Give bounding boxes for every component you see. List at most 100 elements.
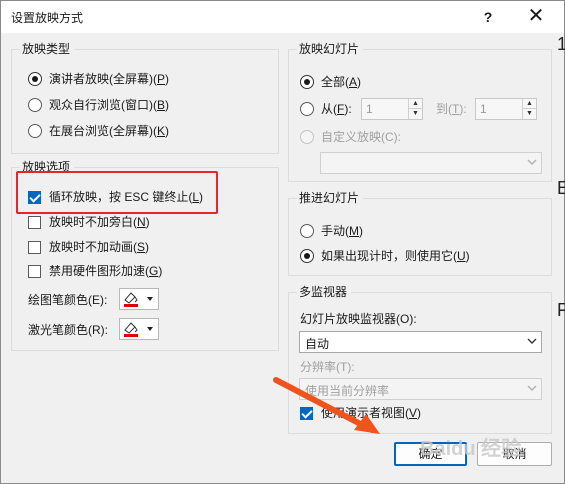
laser-color-swatch bbox=[124, 334, 138, 337]
background-glyph: 1 bbox=[557, 34, 565, 54]
background-glyph: E bbox=[557, 178, 565, 198]
resolution-value: 使用当前分辨率 bbox=[305, 384, 390, 398]
slides-all-radio[interactable] bbox=[300, 75, 314, 89]
custom-show-select[interactable] bbox=[320, 152, 542, 174]
monitor-select[interactable]: 自动 bbox=[299, 331, 542, 353]
slides-from-spin-arrows[interactable]: ▲ ▼ bbox=[408, 99, 422, 119]
advance-timing-label-tail: ) bbox=[465, 249, 470, 263]
laser-color-label: 激光笔颜色(R): bbox=[28, 323, 108, 337]
advance-timing-option[interactable]: 如果出现计时，则使用它(U) bbox=[300, 247, 540, 265]
show-type-window[interactable]: 观众自行浏览(窗口)(B) bbox=[28, 96, 268, 114]
loop-highlight-box bbox=[16, 171, 218, 214]
chevron-down-icon[interactable] bbox=[523, 153, 541, 173]
custom-show-radio[interactable] bbox=[300, 130, 314, 144]
slides-all-option[interactable]: 全部(A) bbox=[300, 73, 420, 91]
advance-slides-group: 推进幻灯片 手动(M) 如果出现计时，则使用它(U) bbox=[288, 190, 552, 276]
advance-timing-radio[interactable] bbox=[300, 249, 314, 263]
slides-from-spinner[interactable]: 1 ▲ ▼ bbox=[361, 98, 423, 120]
presenter-label: 演讲者放映(全屏幕)( bbox=[49, 72, 157, 86]
background-glyph: F bbox=[557, 300, 565, 320]
no-animation-checkbox[interactable] bbox=[28, 241, 41, 254]
no-animation-label-tail: ) bbox=[145, 240, 150, 254]
slides-to-row: 到(T): bbox=[436, 100, 476, 118]
slides-all-accesskey: A bbox=[349, 75, 358, 89]
title-bar: 设置放映方式 ? ✕ bbox=[1, 1, 564, 33]
window-label-tail: ) bbox=[165, 98, 170, 112]
spin-down-icon[interactable]: ▼ bbox=[523, 109, 536, 119]
laser-color-picker[interactable] bbox=[119, 318, 159, 340]
baidu-watermark: Baidu 经验 bbox=[420, 438, 522, 460]
slides-to-label-tail: ): bbox=[459, 102, 467, 116]
slides-from-value: 1 bbox=[366, 102, 373, 116]
advance-manual-option[interactable]: 手动(M) bbox=[300, 222, 440, 240]
monitor-value: 自动 bbox=[305, 337, 330, 351]
dialog-title: 设置放映方式 bbox=[11, 11, 84, 25]
presenter-view-checkbox[interactable] bbox=[300, 407, 313, 420]
slides-to-value: 1 bbox=[480, 102, 487, 116]
custom-show-label: 自定义放映(C): bbox=[321, 130, 401, 144]
slides-from-radio[interactable] bbox=[300, 102, 314, 116]
pen-color-picker[interactable] bbox=[119, 288, 159, 310]
no-narration-checkbox[interactable] bbox=[28, 216, 41, 229]
disable-hw-accel-option[interactable]: 禁用硬件图形加速(G) bbox=[28, 262, 268, 280]
no-animation-option[interactable]: 放映时不加动画(S) bbox=[28, 238, 268, 256]
presenter-view-option[interactable]: 使用演示者视图(V) bbox=[300, 404, 540, 422]
show-type-presenter[interactable]: 演讲者放映(全屏幕)(P) bbox=[28, 70, 268, 88]
presenter-accesskey: P bbox=[157, 72, 166, 86]
presenter-view-label-tail: ) bbox=[417, 406, 422, 420]
presenter-label-tail: ) bbox=[165, 72, 170, 86]
resolution-select[interactable]: 使用当前分辨率 bbox=[299, 378, 542, 400]
slides-from-label-tail: ): bbox=[344, 102, 352, 116]
no-animation-label: 放映时不加动画( bbox=[49, 240, 137, 254]
slides-from-label: 从( bbox=[321, 102, 337, 116]
window-radio[interactable] bbox=[28, 98, 42, 112]
monitor-label: 幻灯片放映监视器(O): bbox=[300, 312, 417, 326]
spin-up-icon[interactable]: ▲ bbox=[409, 99, 422, 109]
show-type-kiosk[interactable]: 在展台浏览(全屏幕)(K) bbox=[28, 122, 268, 140]
window-accesskey: B bbox=[157, 98, 166, 112]
slides-to-spin-arrows[interactable]: ▲ ▼ bbox=[522, 99, 536, 119]
no-narration-label-tail: ) bbox=[145, 215, 150, 229]
show-type-title: 放映类型 bbox=[20, 41, 75, 57]
multiple-monitors-group: 多监视器 幻灯片放映监视器(O): 自动 分辨率(T): 使用当前分辨率 使用演… bbox=[288, 284, 552, 434]
slides-all-label-tail: ) bbox=[357, 75, 362, 89]
advance-manual-radio[interactable] bbox=[300, 224, 314, 238]
advance-manual-label: 手动( bbox=[321, 224, 349, 238]
close-button[interactable]: ✕ bbox=[521, 5, 551, 29]
presenter-radio[interactable] bbox=[28, 72, 42, 86]
pen-color-icon bbox=[124, 292, 153, 307]
no-narration-option[interactable]: 放映时不加旁白(N) bbox=[28, 213, 268, 231]
no-narration-label: 放映时不加旁白( bbox=[49, 215, 137, 229]
slides-from-option[interactable]: 从(F): bbox=[300, 100, 370, 118]
help-button[interactable]: ? bbox=[477, 7, 499, 27]
pen-color-swatch bbox=[124, 304, 138, 307]
presenter-view-label: 使用演示者视图( bbox=[321, 406, 409, 420]
spin-up-icon[interactable]: ▲ bbox=[523, 99, 536, 109]
disable-hw-accel-accesskey: G bbox=[149, 264, 159, 278]
slides-to-spinner[interactable]: 1 ▲ ▼ bbox=[475, 98, 537, 120]
disable-hw-accel-checkbox[interactable] bbox=[28, 265, 41, 278]
presenter-view-accesskey: V bbox=[409, 406, 418, 420]
slides-to-label: 到( bbox=[436, 102, 452, 116]
no-animation-accesskey: S bbox=[137, 240, 146, 254]
disable-hw-accel-label-tail: ) bbox=[158, 264, 163, 278]
advance-timing-label: 如果出现计时，则使用它( bbox=[321, 249, 457, 263]
kiosk-label: 在展台浏览(全屏幕)( bbox=[49, 124, 157, 138]
pen-color-label: 绘图笔颜色(E): bbox=[28, 293, 108, 307]
chevron-down-icon[interactable] bbox=[523, 379, 541, 399]
show-slides-group: 放映幻灯片 全部(A) 从(F): 1 ▲ ▼ 到(T): 1 ▲ ▼ 自定义放… bbox=[288, 41, 552, 182]
kiosk-radio[interactable] bbox=[28, 124, 42, 138]
set-up-slide-show-dialog: 设置放映方式 ? ✕ 放映类型 演讲者放映(全屏幕)(P) 观众自行浏览(窗口)… bbox=[0, 0, 565, 484]
spin-down-icon[interactable]: ▼ bbox=[409, 109, 422, 119]
chevron-down-icon[interactable] bbox=[523, 332, 541, 352]
window-label: 观众自行浏览(窗口)( bbox=[49, 98, 157, 112]
disable-hw-accel-label: 禁用硬件图形加速( bbox=[49, 264, 149, 278]
kiosk-accesskey: K bbox=[157, 124, 166, 138]
resolution-label: 分辨率(T): bbox=[300, 360, 355, 374]
resolution-row: 分辨率(T): bbox=[300, 358, 540, 376]
advance-slides-title: 推进幻灯片 bbox=[297, 190, 364, 206]
custom-show-option[interactable]: 自定义放映(C): bbox=[300, 128, 500, 146]
multiple-monitors-title: 多监视器 bbox=[297, 284, 352, 300]
advance-manual-label-tail: ) bbox=[359, 224, 363, 238]
show-slides-title: 放映幻灯片 bbox=[297, 41, 364, 57]
